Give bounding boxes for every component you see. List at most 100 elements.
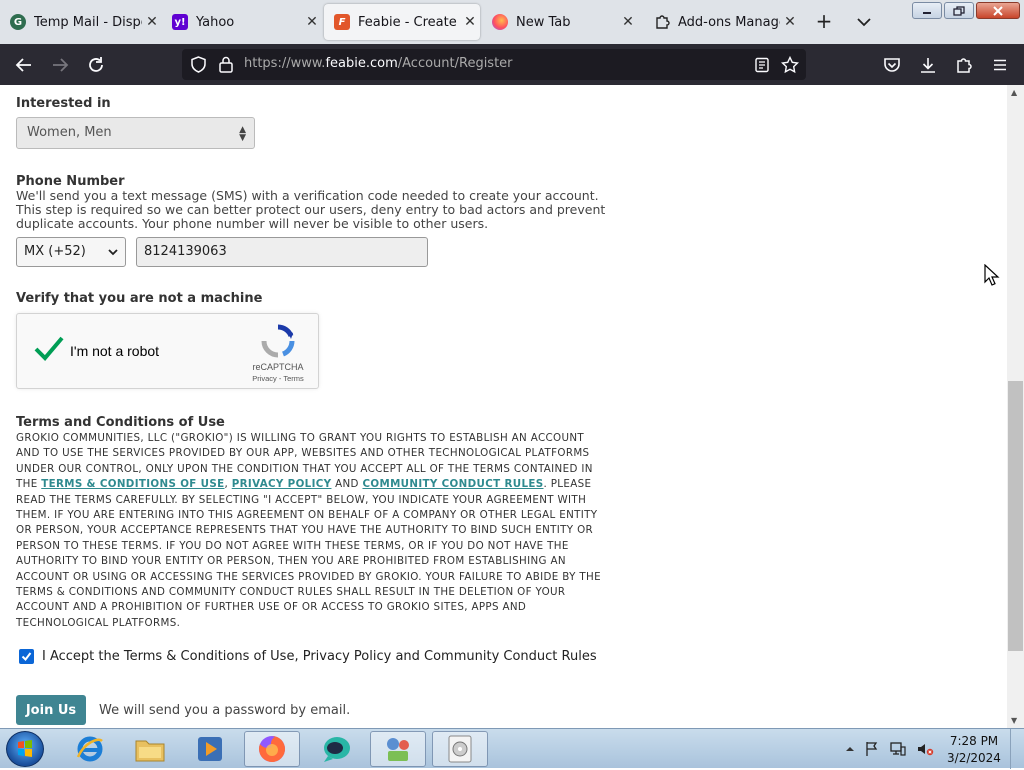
puzzle-icon: [957, 58, 972, 73]
flag-icon[interactable]: [864, 741, 880, 757]
pocket-button[interactable]: [879, 52, 905, 78]
reload-button[interactable]: [83, 52, 109, 78]
terms-heading: Terms and Conditions of Use: [16, 415, 225, 430]
lock-icon: [219, 56, 233, 73]
hamburger-menu-icon: [994, 59, 1006, 71]
tab-title: Add-ons Manager: [678, 14, 780, 30]
control-panel-icon[interactable]: [370, 731, 426, 767]
minimize-button[interactable]: [912, 2, 942, 19]
arrow-left-icon: [15, 58, 31, 72]
interested-in-label: Interested in: [16, 96, 111, 111]
recaptcha-links: Privacy - Terms: [247, 374, 309, 383]
network-icon[interactable]: [889, 741, 907, 757]
recaptcha-widget: I'm not a robot reCAPTCHA Privacy - Term…: [16, 313, 319, 389]
terms-conditions-link[interactable]: TERMS & CONDITIONS OF USE: [41, 478, 224, 490]
interested-in-select[interactable]: Women, Men ▲ ▼: [16, 117, 255, 149]
file-explorer-icon[interactable]: [122, 731, 178, 767]
volume-muted-icon[interactable]: [916, 741, 934, 757]
checkmark-icon[interactable]: [33, 334, 65, 364]
reader-view-icon: [755, 57, 769, 73]
url-prefix: https://www.: [244, 56, 326, 71]
close-icon: [993, 5, 1003, 16]
tab-temp-mail[interactable]: G Temp Mail - Dispos ✕: [0, 4, 162, 40]
close-icon[interactable]: ✕: [302, 14, 322, 30]
close-icon[interactable]: ✕: [618, 14, 638, 30]
country-code-value: MX (+52): [24, 244, 86, 259]
shield-icon: [191, 56, 206, 73]
scroll-up-arrow-icon[interactable]: ▲: [1011, 88, 1017, 97]
accept-terms-checkbox[interactable]: [19, 648, 34, 664]
extensions-button[interactable]: [951, 52, 977, 78]
scrollbar-thumb[interactable]: [1008, 381, 1023, 651]
recaptcha-label: I'm not a robot: [70, 343, 160, 359]
feabie-favicon: F: [334, 14, 350, 30]
show-desktop-button[interactable]: [1010, 729, 1024, 769]
terms-and: AND: [331, 478, 363, 491]
privacy-policy-link[interactable]: PRIVACY POLICY: [232, 478, 332, 490]
join-us-button[interactable]: Join Us: [16, 695, 86, 725]
phone-number-input[interactable]: 8124139063: [136, 237, 428, 267]
terms-text-part2: . PLEASE READ THE TERMS CAREFULLY. BY SE…: [16, 478, 601, 629]
close-icon[interactable]: ✕: [460, 14, 480, 30]
new-tab-button[interactable]: +: [812, 10, 836, 32]
country-code-select[interactable]: MX (+52): [16, 237, 126, 267]
checkmark-icon: [21, 651, 32, 661]
terms-body: GROKIO COMMUNITIES, LLC ("GROKIO") IS WI…: [16, 431, 606, 631]
phone-description: We'll send you a text message (SMS) with…: [16, 188, 606, 231]
join-note: We will send you a password by email.: [99, 703, 351, 718]
recaptcha-privacy-link[interactable]: Privacy: [252, 374, 277, 383]
tray-expand-arrow-icon[interactable]: [845, 744, 855, 754]
clock-date: 3/2/2024: [947, 751, 1001, 765]
close-icon[interactable]: ✕: [142, 14, 162, 30]
list-all-tabs-button[interactable]: [852, 10, 876, 34]
url-text[interactable]: https://www.feabie.com/Account/Register: [244, 56, 513, 71]
media-player-icon[interactable]: [182, 731, 238, 767]
mouse-cursor-icon: [984, 264, 1000, 286]
windows-taskbar: 7:28 PM 3/2/2024: [0, 728, 1024, 769]
firefox-icon[interactable]: [244, 731, 300, 767]
recaptcha-logo-icon: [261, 324, 295, 358]
tab-title: Temp Mail - Dispos: [34, 14, 142, 30]
verify-label: Verify that you are not a machine: [16, 291, 263, 306]
minimize-icon: [923, 11, 931, 14]
download-icon: [921, 58, 935, 73]
downloads-button[interactable]: [915, 52, 941, 78]
tab-yahoo[interactable]: y! Yahoo ✕: [162, 4, 322, 40]
accept-terms-label[interactable]: I Accept the Terms & Conditions of Use, …: [42, 649, 597, 664]
pocket-icon: [884, 58, 900, 72]
system-clock[interactable]: 7:28 PM 3/2/2024: [946, 733, 1002, 767]
back-button[interactable]: [11, 52, 37, 78]
disc-app-icon[interactable]: [432, 731, 488, 767]
scroll-down-arrow-icon[interactable]: ▼: [1011, 716, 1017, 725]
tab-addons-manager[interactable]: Add-ons Manager ✕: [644, 4, 800, 40]
internet-explorer-icon[interactable]: [62, 731, 118, 767]
restore-button[interactable]: [944, 2, 974, 19]
clock-time: 7:28 PM: [949, 734, 999, 748]
interested-in-value: Women, Men: [27, 125, 112, 140]
close-window-button[interactable]: [976, 2, 1020, 19]
windows-logo-icon: [18, 740, 32, 757]
phone-number-value: 8124139063: [144, 244, 227, 259]
start-button[interactable]: [6, 731, 44, 767]
chevron-down-icon: [108, 249, 118, 256]
tempmail-favicon: G: [10, 14, 26, 30]
tab-feabie[interactable]: F Feabie - Create a N ✕: [324, 4, 480, 40]
tab-new-tab[interactable]: New Tab ✕: [482, 4, 638, 40]
system-tray: [845, 729, 934, 769]
recaptcha-terms-link[interactable]: Terms: [283, 374, 303, 383]
puzzle-icon: [654, 14, 670, 30]
arrow-right-icon: [53, 58, 69, 72]
menu-button[interactable]: [987, 52, 1013, 78]
forward-button[interactable]: [47, 52, 73, 78]
close-icon[interactable]: ✕: [780, 14, 800, 30]
restore-icon: [953, 5, 965, 16]
address-bar[interactable]: https://www.feabie.com/Account/Register: [182, 49, 806, 80]
community-conduct-link[interactable]: COMMUNITY CONDUCT RULES: [362, 478, 543, 490]
phone-number-label: Phone Number: [16, 174, 125, 189]
tab-title: Yahoo: [196, 14, 235, 30]
chat-app-icon[interactable]: [308, 731, 364, 767]
chevron-down-icon: [857, 18, 871, 27]
recaptcha-brand: reCAPTCHA: [252, 362, 304, 372]
bookmark-star-icon: [781, 56, 799, 74]
vertical-scrollbar[interactable]: ▲ ▼: [1007, 85, 1024, 728]
